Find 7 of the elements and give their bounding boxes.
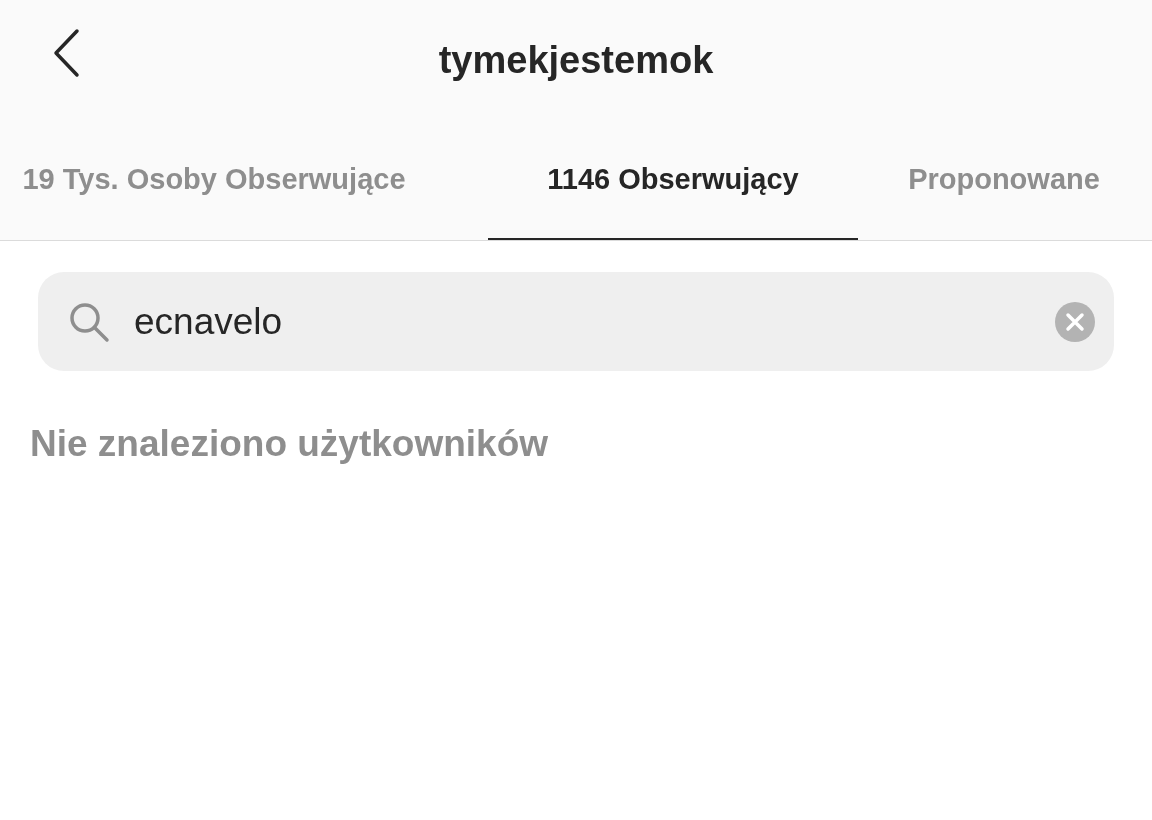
tab[interactable]: 1146 Obserwujący (488, 120, 858, 240)
back-icon[interactable] (52, 28, 80, 78)
no-results-message: Nie znaleziono użytkowników (30, 423, 550, 465)
search-input[interactable]: ecnavelo (134, 300, 1055, 343)
username-title: tymekjestemok (438, 38, 714, 82)
search-icon (68, 300, 110, 343)
search-bar[interactable]: ecnavelo (38, 272, 1114, 371)
